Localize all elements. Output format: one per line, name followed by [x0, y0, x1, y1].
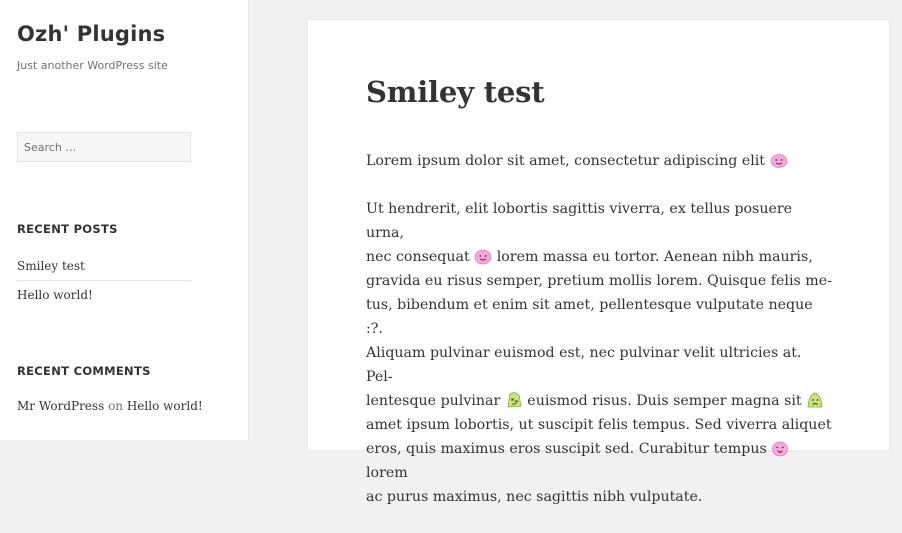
recent-post-link[interactable]: Smiley test: [17, 259, 85, 273]
sidebar: Ozh' Plugins Just another WordPress site…: [0, 0, 249, 440]
smile-smiley-icon: [474, 247, 492, 265]
paragraph-text: Ut hendrerit, elit lobortis sagittis viv…: [366, 201, 793, 241]
paragraph-text: eros, quis maximus eros suscipit sed. Cu…: [366, 441, 767, 457]
article-card: Smiley test Lorem ipsum dolor sit amet, …: [308, 20, 889, 505]
wink-smiley-icon: [771, 439, 789, 457]
paragraph-text: Lorem ipsum dolor sit amet, consectetur …: [366, 153, 765, 169]
page-title: Smiley test: [366, 75, 545, 109]
list-item: Hello world!: [17, 281, 191, 310]
dizzy-smiley-icon: [505, 391, 523, 409]
paragraph-1: Lorem ipsum dolor sit amet, consectetur …: [366, 149, 832, 173]
paragraph-text: Aliquam pulvinar euismod est, nec pulvin…: [366, 345, 802, 385]
paragraph-text: lorem massa eu tortor. Aenean nibh mauri…: [496, 249, 813, 265]
search-input[interactable]: [17, 132, 191, 162]
site-title[interactable]: Ozh' Plugins: [17, 22, 165, 46]
paragraph-text: tus, bibendum et enim sit amet, pellente…: [366, 297, 813, 337]
paragraph-text: ac purus maximus, nec sagittis nibh vulp…: [366, 489, 703, 505]
paragraph-text: lorem: [366, 465, 408, 481]
paragraph-text: gravida eu risus semper, pretium mollis …: [366, 273, 832, 289]
paragraph-2: Ut hendrerit, elit lobortis sagittis viv…: [366, 197, 832, 509]
recent-comment-item: Mr WordPress on Hello world!: [17, 399, 203, 413]
smile-smiley-icon: [770, 151, 788, 169]
comment-author-link[interactable]: Mr WordPress: [17, 399, 104, 413]
recent-comments-heading: RECENT COMMENTS: [17, 364, 151, 378]
comment-post-link[interactable]: Hello world!: [127, 399, 203, 413]
site-description: Just another WordPress site: [17, 59, 168, 72]
recent-posts-heading: RECENT POSTS: [17, 222, 118, 236]
paragraph-text: amet ipsum lobortis, ut suscipit felis t…: [366, 417, 832, 433]
paragraph-text: nec consequat: [366, 249, 470, 265]
paragraph-text: euismod risus. Duis semper magna sit: [527, 393, 802, 409]
comment-on-text: on: [108, 399, 124, 413]
list-item: Smiley test: [17, 252, 191, 281]
sad-smiley-icon: [806, 391, 824, 409]
recent-posts-list: Smiley test Hello world!: [17, 252, 191, 310]
paragraph-text: lentesque pulvinar: [366, 393, 501, 409]
article-content: Lorem ipsum dolor sit amet, consectetur …: [366, 149, 832, 533]
recent-post-link[interactable]: Hello world!: [17, 288, 93, 302]
